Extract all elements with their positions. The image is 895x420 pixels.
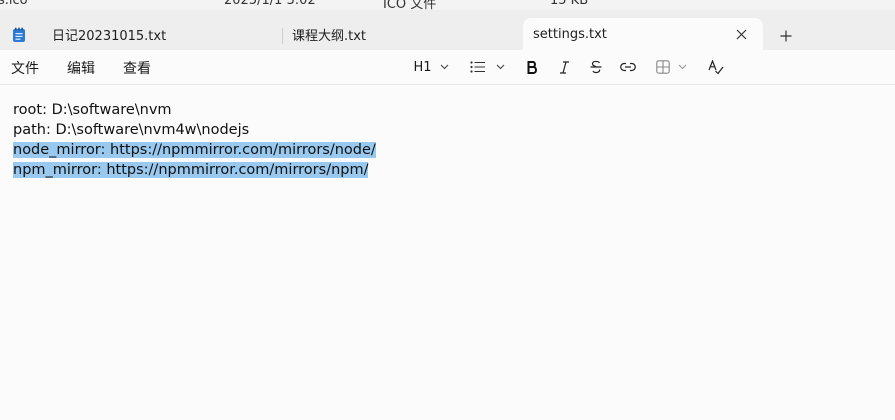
tab-label: 日记20231015.txt xyxy=(52,29,167,44)
editor-line-node-mirror[interactable]: node_mirror: https://npmmirror.com/mirro… xyxy=(13,140,883,160)
italic-icon xyxy=(559,60,569,74)
bold-button[interactable] xyxy=(522,56,542,78)
tab-diary[interactable]: 日记20231015.txt xyxy=(12,19,277,50)
bold-icon xyxy=(527,60,537,74)
menu-edit[interactable]: 编辑 xyxy=(67,58,95,78)
line-text: path: D:\software\nvm4w\nodejs xyxy=(13,122,250,138)
link-button[interactable] xyxy=(618,56,638,78)
selected-text: node_mirror: https://npmmirror.com/mirro… xyxy=(13,142,376,158)
chevron-down-icon xyxy=(440,64,448,70)
close-tab-button[interactable] xyxy=(731,24,751,44)
close-icon xyxy=(736,29,746,39)
background-explorer-row: s.ico 2025/1/1 3:02 ICO 文件 15 KB xyxy=(0,0,895,10)
tab-bar: 日记20231015.txt 课程大纲.txt settings.txt xyxy=(0,10,895,50)
bulleted-list-icon xyxy=(469,61,485,73)
list-dropdown[interactable] xyxy=(468,56,506,78)
notepad-icon xyxy=(13,27,25,42)
menu-toolbar: 文件 编辑 查看 H1 xyxy=(0,50,895,85)
editor-line-path[interactable]: path: D:\software\nvm4w\nodejs xyxy=(13,120,883,140)
strikethrough-icon xyxy=(590,60,602,74)
line-text: root: D:\software\nvm xyxy=(13,102,172,118)
italic-button[interactable] xyxy=(554,56,574,78)
spellcheck-icon xyxy=(708,59,724,74)
bg-file-type: ICO 文件 xyxy=(383,0,437,10)
text-editor[interactable]: root: D:\software\nvm path: D:\software\… xyxy=(13,100,883,180)
heading-label: H1 xyxy=(413,59,432,75)
link-icon xyxy=(620,62,636,72)
strikethrough-button[interactable] xyxy=(586,56,606,78)
tab-label: 课程大纲.txt xyxy=(292,29,367,44)
table-dropdown[interactable] xyxy=(652,56,690,78)
plus-icon xyxy=(780,30,792,42)
tab-course-outline[interactable]: 课程大纲.txt xyxy=(292,19,512,50)
tab-settings[interactable]: settings.txt xyxy=(523,18,763,50)
selected-text: npm_mirror: https://npmmirror.com/mirror… xyxy=(13,162,369,178)
tab-divider xyxy=(282,28,283,44)
editor-line-root[interactable]: root: D:\software\nvm xyxy=(13,100,883,120)
bg-file-name: s.ico xyxy=(0,0,28,8)
editor-line-npm-mirror[interactable]: npm_mirror: https://npmmirror.com/mirror… xyxy=(13,160,883,180)
new-tab-button[interactable] xyxy=(772,24,800,48)
chevron-down-icon xyxy=(496,64,504,70)
tab-label: settings.txt xyxy=(533,26,607,42)
bg-file-size: 15 KB xyxy=(550,0,589,8)
menu-view[interactable]: 查看 xyxy=(123,58,151,78)
bg-file-date: 2025/1/1 3:02 xyxy=(224,0,316,8)
spellcheck-button[interactable] xyxy=(705,56,727,78)
chevron-down-icon xyxy=(678,64,686,70)
table-icon xyxy=(655,60,670,74)
heading-dropdown[interactable]: H1 xyxy=(412,56,450,78)
menu-file[interactable]: 文件 xyxy=(11,58,39,78)
